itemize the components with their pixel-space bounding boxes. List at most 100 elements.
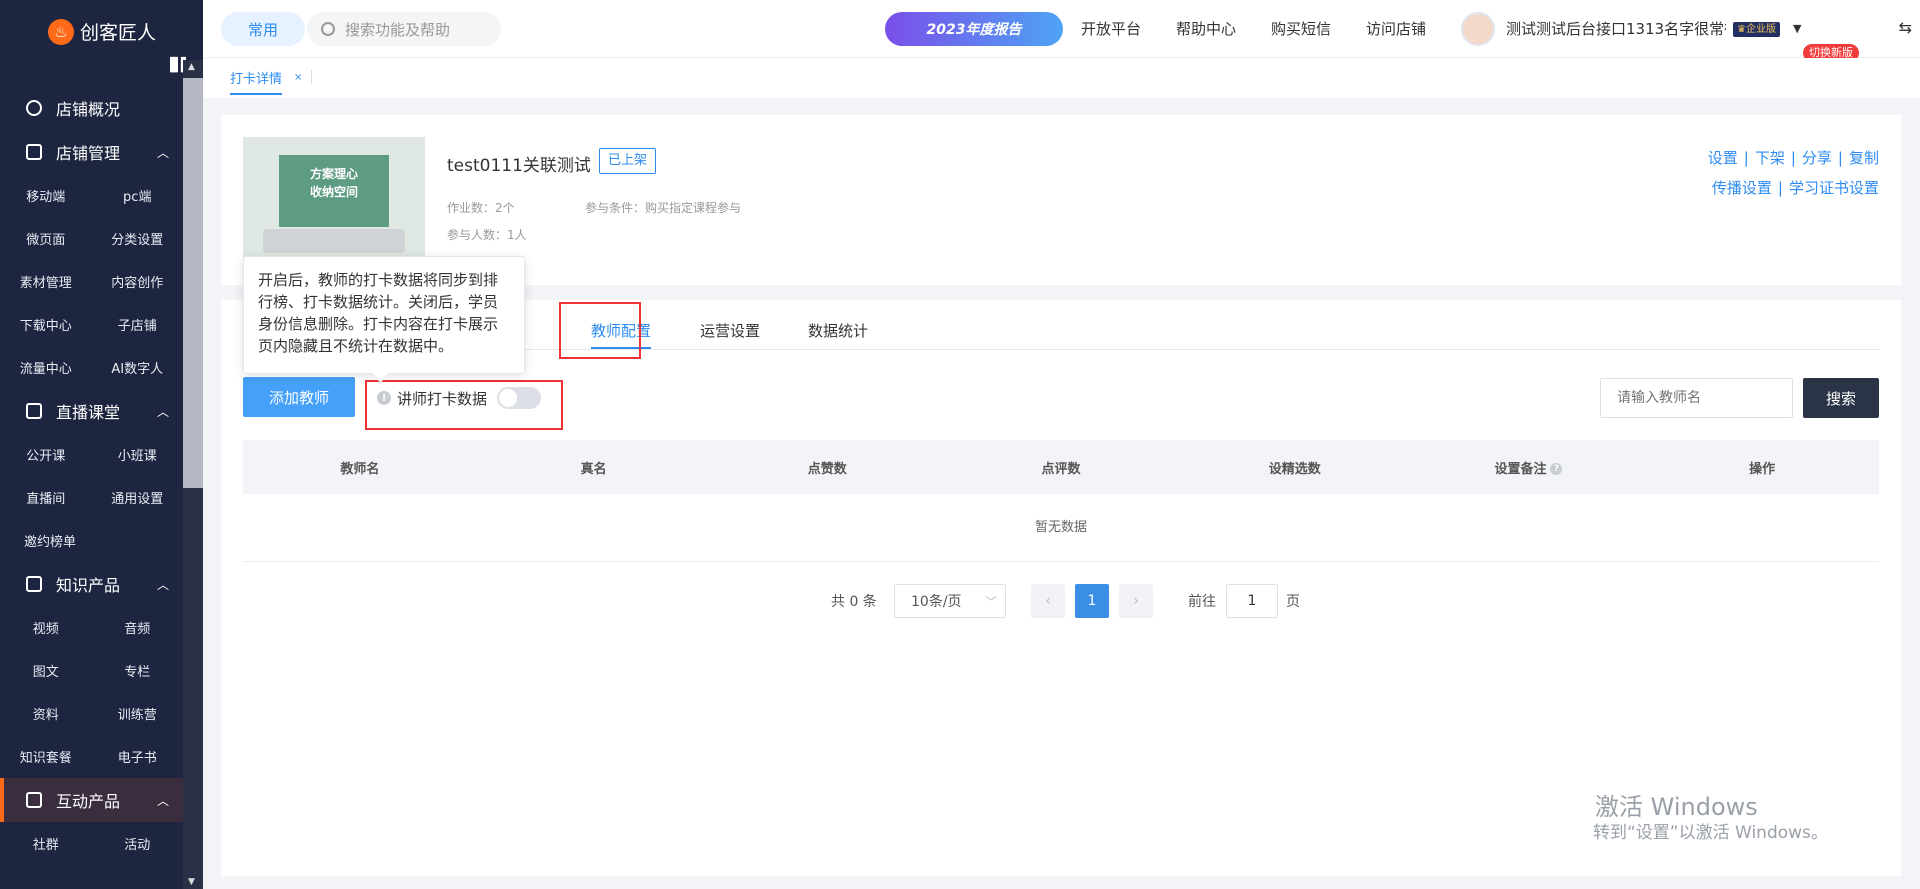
sidebar-group-interactive[interactable]: 互动产品 ︿: [0, 778, 183, 822]
avatar[interactable]: [1461, 12, 1495, 46]
col-reviews: 点评数: [1041, 461, 1081, 477]
grid-icon: [26, 792, 42, 808]
sidebar-item[interactable]: 通用设置: [92, 488, 184, 507]
certificate-settings-link[interactable]: 学习证书设置: [1789, 179, 1879, 197]
participation-condition: 参与条件：购买指定课程参与: [585, 201, 742, 215]
sidebar-item[interactable]: 分类设置: [92, 229, 184, 248]
tab-teacher-config[interactable]: 教师配置: [591, 320, 652, 349]
switch-arrows-icon[interactable]: ⇆: [1899, 18, 1912, 37]
page-size-select[interactable]: 10条/页 ﹀: [894, 584, 1006, 618]
teacher-checkin-toggle[interactable]: [497, 387, 542, 409]
chevron-up-icon: ︿: [156, 794, 169, 808]
search-icon: [321, 22, 335, 36]
common-button[interactable]: 常用: [221, 12, 305, 46]
sidebar-scrollbar[interactable]: ▲ ▼: [183, 60, 203, 889]
settings-link[interactable]: 设置: [1708, 149, 1738, 167]
sidebar-group-overview[interactable]: 店铺概况: [0, 86, 183, 130]
sidebar-item[interactable]: 知识套餐: [0, 747, 92, 766]
sidebar-item[interactable]: pc端: [92, 186, 184, 205]
sidebar-item[interactable]: 素材管理: [0, 272, 92, 291]
prev-page-button[interactable]: ‹: [1031, 584, 1065, 618]
next-page-button[interactable]: ›: [1119, 584, 1153, 618]
nav-open-platform[interactable]: 开放平台: [1081, 18, 1141, 39]
info-icon[interactable]: !: [377, 391, 391, 405]
sidebar-menu: 店铺概况 店铺管理 ︿ 移动端 pc端 微页面 分类设置 素材管理 内容创作 下载中心…: [0, 86, 183, 865]
username[interactable]: 测试测试后台接口1313名字很常很...: [1506, 18, 1726, 39]
sidebar: ♨ 创客匠人 ▐▌▌ ▲ ▼ 店铺概况 店铺管理 ︿ 移动端 pc端 微页面 分类设…: [0, 0, 203, 889]
page-tabbar: 打卡详情 ×: [203, 58, 1920, 98]
sidebar-item[interactable]: 训练营: [92, 704, 184, 723]
logo-text: 创客匠人: [80, 22, 157, 44]
logo[interactable]: ♨ 创客匠人: [48, 18, 156, 45]
sidebar-item[interactable]: 邀约榜单: [0, 531, 76, 550]
pie-chart-icon: [26, 100, 42, 116]
windows-watermark-subtitle: 转到“设置”以激活 Windows。: [1593, 823, 1828, 843]
scroll-up-icon[interactable]: ▲: [188, 62, 195, 72]
sidebar-group-live[interactable]: 直播课堂 ︿: [0, 389, 183, 433]
total-count: 共 0 条: [831, 594, 877, 610]
unpublish-link[interactable]: 下架: [1755, 149, 1785, 167]
sidebar-item[interactable]: 社群: [0, 834, 92, 853]
sidebar-item[interactable]: 直播间: [0, 488, 92, 507]
header-search[interactable]: 搜索功能及帮助: [307, 12, 501, 46]
sidebar-item[interactable]: 音频: [92, 618, 184, 637]
sidebar-item[interactable]: 专栏: [92, 661, 184, 680]
sidebar-item[interactable]: 下载中心: [0, 315, 92, 334]
tab-operation-settings[interactable]: 运营设置: [700, 320, 760, 341]
cover-text: 方案理心: [309, 167, 358, 181]
caret-down-icon[interactable]: ▼: [1793, 22, 1801, 35]
chevron-up-icon: ︿: [156, 578, 169, 592]
sidebar-item[interactable]: 电子书: [92, 747, 184, 766]
sidebar-group-store[interactable]: 店铺管理 ︿: [0, 130, 183, 174]
logo-icon: ♨: [48, 18, 74, 45]
video-icon: [26, 403, 42, 419]
homework-count: 作业数：2个: [447, 201, 515, 215]
sidebar-group-knowledge[interactable]: 知识产品 ︿: [0, 562, 183, 606]
nav-buy-sms[interactable]: 购买短信: [1271, 18, 1331, 39]
annual-report-banner[interactable]: 2023年度报告: [885, 12, 1063, 46]
copy-link[interactable]: 复制: [1849, 149, 1879, 167]
divider: [311, 70, 312, 84]
add-teacher-button[interactable]: 添加教师: [243, 377, 355, 417]
cover-text: 收纳空间: [309, 185, 358, 199]
sidebar-item[interactable]: 小班课: [92, 445, 184, 464]
col-actions: 操作: [1749, 461, 1776, 477]
tab-data-statistics[interactable]: 数据统计: [808, 320, 868, 341]
spread-settings-link[interactable]: 传播设置: [1712, 179, 1772, 197]
search-placeholder: 搜索功能及帮助: [345, 20, 451, 39]
sidebar-item[interactable]: 内容创作: [92, 272, 184, 291]
nav-help-center[interactable]: 帮助中心: [1176, 18, 1236, 39]
action-links-row2: 传播设置 | 学习证书设置: [1711, 179, 1879, 197]
page-1-button[interactable]: 1: [1075, 584, 1109, 618]
pagination: 共 0 条 10条/页 ﹀ ‹ 1 › 前往 1 页: [221, 584, 1901, 618]
question-icon[interactable]: ?: [1550, 463, 1563, 475]
sidebar-item[interactable]: 视频: [0, 618, 92, 637]
cover-image: 方案理心 收纳空间: [243, 137, 425, 267]
sidebar-item[interactable]: 公开课: [0, 445, 92, 464]
scroll-down-icon[interactable]: ▼: [188, 877, 195, 887]
sidebar-item[interactable]: 微页面: [0, 229, 92, 248]
teacher-name-input[interactable]: [1600, 378, 1793, 418]
sidebar-group-label: 直播课堂: [56, 403, 121, 422]
goto-page-input[interactable]: 1: [1226, 584, 1278, 618]
sidebar-item[interactable]: 流量中心: [0, 358, 92, 377]
sidebar-item[interactable]: 子店铺: [92, 315, 184, 334]
chevron-up-icon: ︿: [156, 405, 169, 419]
sidebar-item[interactable]: 资料: [0, 704, 92, 723]
tab-checkin-detail[interactable]: 打卡详情: [230, 68, 283, 95]
nav-visit-store[interactable]: 访问店铺: [1366, 18, 1426, 39]
share-link[interactable]: 分享: [1802, 149, 1832, 167]
sidebar-group-label: 店铺概况: [56, 100, 121, 119]
page-size-value: 10条/页: [911, 594, 962, 610]
table-header: 教师名 真名 点赞数 点评数 设精选数 设置备注? 操作: [243, 440, 1879, 494]
sidebar-item[interactable]: 图文: [0, 661, 92, 680]
sidebar-group-label: 店铺管理: [56, 144, 121, 163]
switch-tooltip: 开启后，教师的打卡数据将同步到排行榜、打卡数据统计。关闭后，学员身份信息删除。打…: [243, 256, 525, 374]
close-icon[interactable]: ×: [294, 72, 302, 83]
scrollbar-thumb[interactable]: [183, 78, 203, 488]
sidebar-item[interactable]: AI数字人: [92, 358, 184, 377]
sidebar-item[interactable]: 活动: [92, 834, 184, 853]
sidebar-item[interactable]: 移动端: [0, 186, 92, 205]
col-featured: 设精选数: [1268, 461, 1321, 477]
search-button[interactable]: 搜索: [1803, 378, 1879, 418]
